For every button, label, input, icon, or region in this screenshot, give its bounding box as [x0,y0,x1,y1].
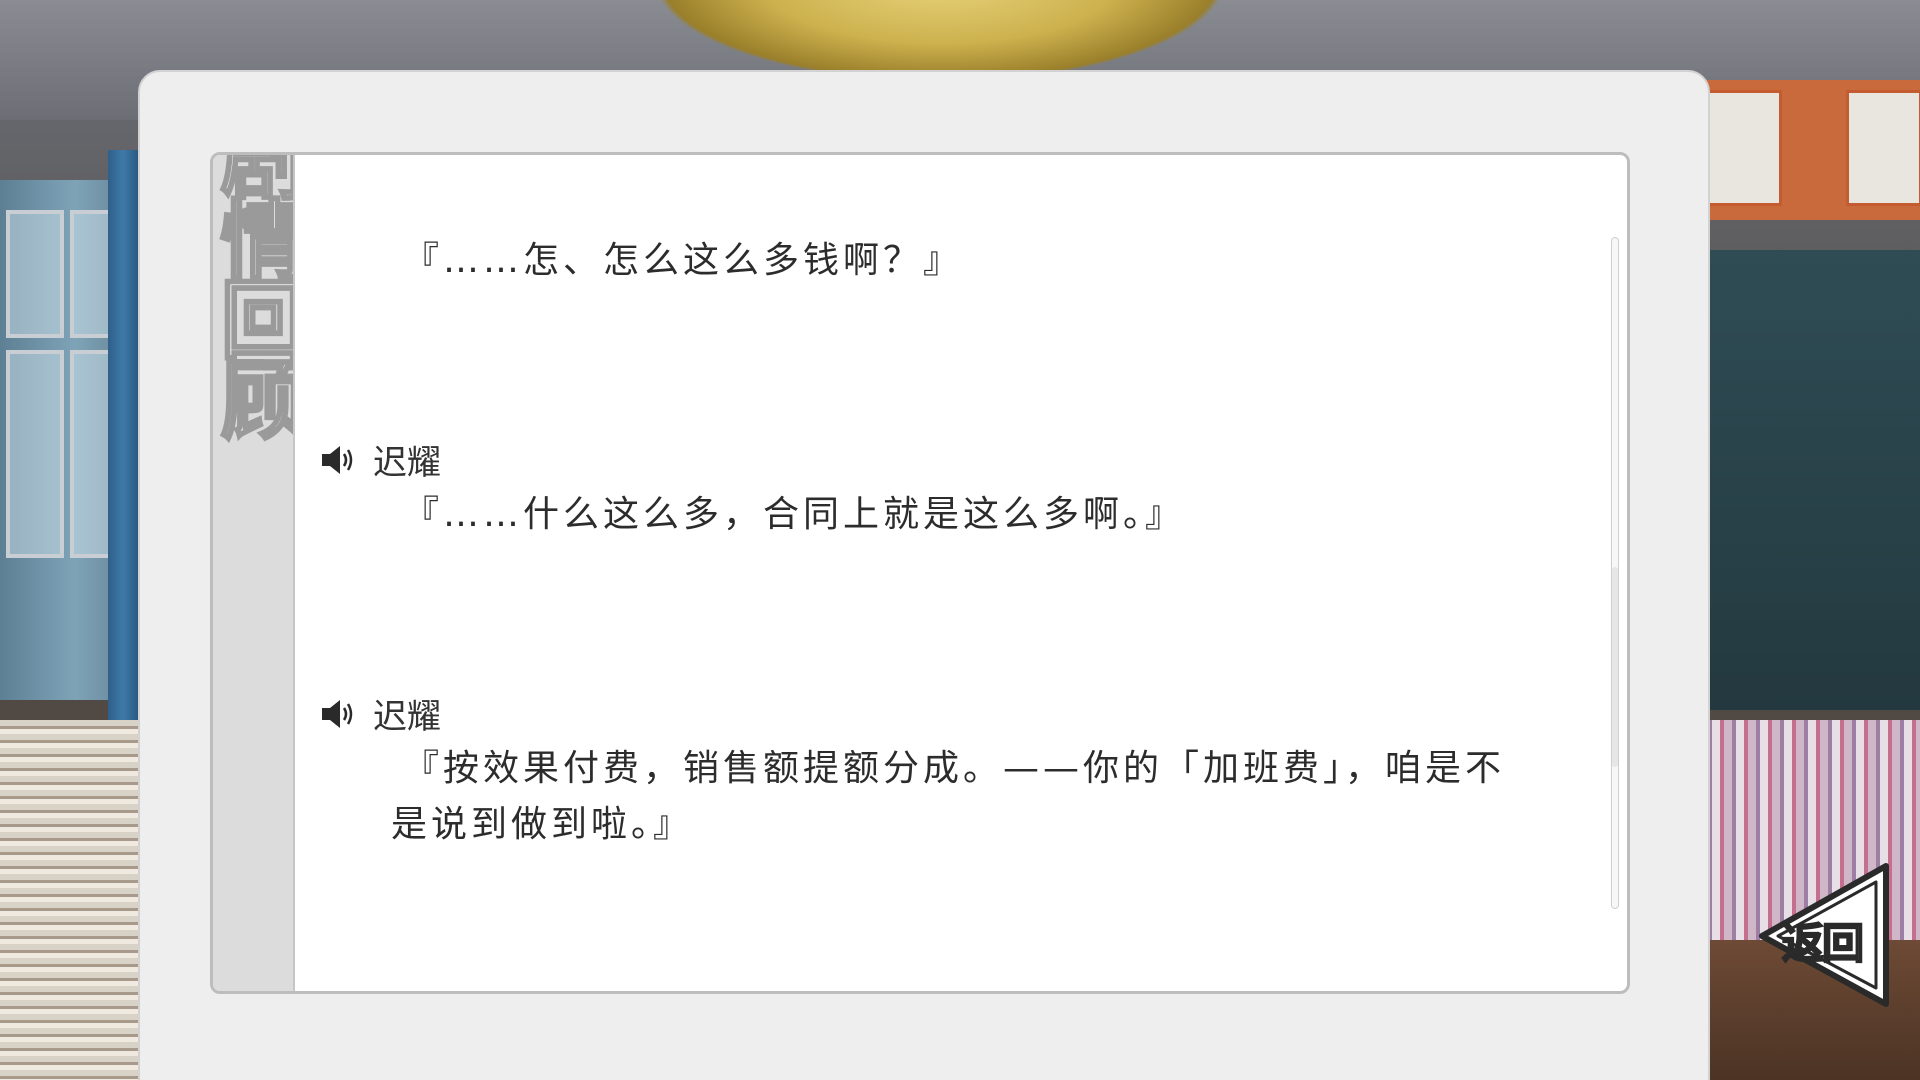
voice-replay-icon[interactable] [319,694,359,734]
background-blackboard [1700,250,1920,710]
backlog-frame[interactable]: 剧情回顾 『……怎、怎么这么多钱啊？』 迟耀 『……什么这么多，合同上就是这么多… [210,152,1630,994]
voice-replay-icon[interactable] [319,440,359,480]
backlog-scrollbar[interactable] [1611,237,1619,909]
backlog-scrollbar-thumb[interactable] [1612,567,1618,767]
backlog-title-text: 剧情回顾 [217,155,293,437]
background-book-stack [0,720,140,1080]
game-scene: 剧情回顾 『……怎、怎么这么多钱啊？』 迟耀 『……什么这么多，合同上就是这么多… [0,0,1920,1080]
speaker-name: 迟耀 [373,443,441,483]
log-entry-text: 『按效果付费，销售额提额分成。——你的「加班费」，咱是不 [403,748,1506,789]
log-entry-text: 『……什么这么多，合同上就是这么多啊。』 [403,494,1186,535]
character-hair [660,0,1220,80]
log-entry-speaker: 迟耀 [319,435,441,484]
background-curtain [108,150,138,730]
backlog-title: 剧情回顾 [217,155,293,565]
backlog-side-strip: 剧情回顾 [213,155,295,991]
speaker-name: 迟耀 [373,697,441,737]
log-entry-text: 是说到做到啦。』 [391,804,694,845]
back-button[interactable]: 返回 [1756,860,1892,1010]
log-entry-text: 『……怎、怎么这么多钱啊？』 [403,240,964,281]
back-button-label: 返回 [1781,918,1865,969]
log-entry-speaker: 迟耀 [319,689,441,738]
background-banner [1700,80,1920,220]
